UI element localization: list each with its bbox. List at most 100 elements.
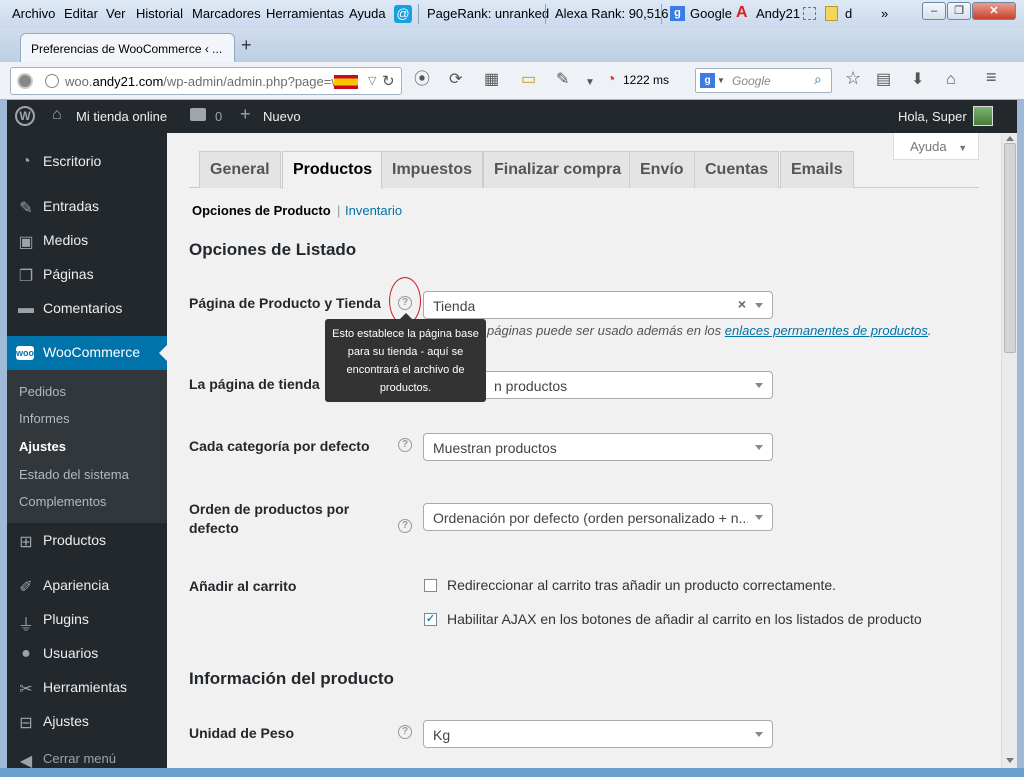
andy21-logo-icon: A	[736, 4, 748, 21]
rank-meter-icon[interactable]: ▭	[521, 71, 536, 89]
sidebar-item-apariencia[interactable]: ✐ Apariencia	[7, 569, 167, 603]
collapse-menu-button[interactable]: ◀ Cerrar menú	[7, 743, 167, 777]
sidebar-item-medios[interactable]: ▣ Medios	[7, 224, 167, 258]
sidebar-item-comentarios[interactable]: ▬ Comentarios	[7, 292, 167, 326]
help-button[interactable]: Ayuda ▼	[893, 133, 979, 160]
sidebar-item-usuarios[interactable]: ● Usuarios	[7, 637, 167, 671]
current-menu-arrow	[159, 345, 167, 361]
tab-productos[interactable]: Productos	[282, 151, 384, 189]
comment-bubble-icon[interactable]	[190, 108, 206, 121]
sidebar-item-paginas[interactable]: ❐ Páginas	[7, 258, 167, 292]
load-time-text: 1222 ms	[623, 73, 670, 87]
tab-finalizar-compra[interactable]: Finalizar compra	[483, 151, 633, 188]
search-box[interactable]: g ▼ Google ⌕	[695, 68, 832, 93]
new-content-link[interactable]: Nuevo	[263, 109, 301, 124]
help-tip-icon[interactable]: ?	[398, 438, 412, 452]
redirect-to-cart-label[interactable]: Redireccionar al carrito tras añadir un …	[447, 577, 836, 593]
submenu-item-ajustes[interactable]: Ajustes	[19, 439, 66, 454]
menu-historial[interactable]: Historial	[136, 6, 183, 21]
sync-icon[interactable]: ⟳	[449, 71, 462, 89]
download-icon[interactable]: ⬇	[911, 71, 924, 89]
default-sort-select[interactable]: Ordenación por defecto (orden personaliz…	[423, 503, 773, 531]
dropdown-icon[interactable]: ▼	[585, 74, 595, 92]
menu-ver[interactable]: Ver	[106, 6, 126, 21]
help-tip-icon[interactable]: ?	[398, 725, 412, 739]
submenu-item-informes[interactable]: Informes	[19, 411, 70, 426]
bookmarks-list-icon[interactable]: ▤	[876, 71, 891, 89]
bookmark-google[interactable]: Google	[690, 6, 732, 21]
greeting-text[interactable]: Hola, Super	[898, 109, 967, 124]
minimize-button[interactable]: –	[922, 2, 946, 20]
google-icon: g	[670, 6, 685, 21]
subnav-inventario-link[interactable]: Inventario	[345, 203, 402, 218]
menu-marcadores[interactable]: Marcadores	[192, 6, 261, 21]
shop-page-select[interactable]: Tienda ×	[423, 291, 773, 319]
comments-count[interactable]: 0	[215, 109, 222, 124]
note-icon	[825, 6, 838, 21]
more-bookmarks-chevron[interactable]: »	[881, 6, 888, 21]
tab-impuestos[interactable]: Impuestos	[381, 151, 484, 188]
plus-icon[interactable]: +	[240, 104, 251, 125]
sidebar-item-herramientas[interactable]: ✂ Herramientas	[7, 671, 167, 705]
settings-content: Ayuda ▼ General Productos Impuestos Fina…	[167, 133, 1001, 768]
user-icon: ●	[21, 645, 31, 662]
sidebar-item-escritorio[interactable]: ◔ Escritorio	[7, 145, 167, 179]
tab-general[interactable]: General	[199, 151, 281, 188]
help-tip-icon[interactable]: ?	[398, 519, 412, 533]
site-name-link[interactable]: Mi tienda online	[76, 109, 167, 124]
clear-selection-icon[interactable]: ×	[738, 296, 746, 312]
ajax-add-to-cart-checkbox[interactable]: ✓	[424, 613, 437, 626]
close-window-button[interactable]: ✕	[972, 2, 1016, 20]
spain-flag-icon	[334, 75, 358, 89]
redirect-to-cart-checkbox[interactable]	[424, 579, 437, 592]
scroll-down-arrow-icon[interactable]	[1006, 758, 1014, 763]
submenu-item-estado-del-sistema[interactable]: Estado del sistema	[19, 467, 129, 482]
wordpress-logo-icon[interactable]: W	[15, 106, 35, 126]
reload-icon[interactable]: ↻	[382, 72, 395, 90]
sidebar-item-plugins[interactable]: ⏚ Plugins	[7, 603, 167, 637]
menu-archivo[interactable]: Archivo	[12, 6, 55, 21]
menu-editar[interactable]: Editar	[64, 6, 98, 21]
hamburger-menu-icon[interactable]: ≡	[986, 68, 997, 86]
url-text[interactable]: woo.andy21.com/wp-admin/admin.php?page=w	[65, 74, 337, 89]
home-icon[interactable]: ⌂	[946, 71, 956, 89]
new-tab-button[interactable]: +	[241, 35, 252, 56]
bookmark-andy21[interactable]: Andy21	[756, 6, 800, 21]
row-label-shop-display: La página de tienda	[189, 376, 320, 392]
sidebar-item-woocommerce[interactable]: woo WooCommerce	[7, 336, 167, 370]
at-icon[interactable]: @	[394, 5, 412, 23]
sidebar-item-entradas[interactable]: ✎ Entradas	[7, 190, 167, 224]
rss-icon[interactable]: ⦿	[414, 71, 430, 89]
tab-emails[interactable]: Emails	[780, 151, 854, 188]
selection-icon[interactable]	[803, 7, 816, 20]
bookmark-d[interactable]: d	[845, 6, 852, 21]
vertical-scrollbar[interactable]	[1001, 133, 1017, 768]
category-display-select[interactable]: Muestran productos	[423, 433, 773, 461]
browser-tab[interactable]: Preferencias de WooCommerce ‹ ...	[20, 33, 235, 62]
weight-unit-select[interactable]: Kg	[423, 720, 773, 748]
sidebar-item-productos[interactable]: ⊞ Productos	[7, 524, 167, 558]
maximize-button[interactable]: ❐	[947, 2, 971, 20]
grid-icon[interactable]: ▦	[484, 71, 499, 89]
tab-cuentas[interactable]: Cuentas	[694, 151, 780, 188]
google-search-icon[interactable]: g	[700, 73, 715, 88]
avatar[interactable]	[973, 106, 993, 126]
menu-ayuda[interactable]: Ayuda	[349, 6, 386, 21]
menu-herramientas[interactable]: Herramientas	[266, 6, 344, 21]
back-arrow-icon[interactable]	[17, 73, 33, 89]
sidebar-item-ajustes[interactable]: ⊟ Ajustes	[7, 705, 167, 739]
url-bar[interactable]: woo.andy21.com/wp-admin/admin.php?page=w…	[10, 67, 402, 95]
submenu-item-complementos[interactable]: Complementos	[19, 494, 106, 509]
search-icon[interactable]: ⌕	[814, 71, 822, 88]
submenu-item-pedidos[interactable]: Pedidos	[19, 384, 66, 399]
star-icon[interactable]: ☆	[845, 69, 861, 87]
eyedropper-icon[interactable]: ✎	[556, 71, 569, 89]
scrollbar-thumb[interactable]	[1004, 143, 1016, 353]
permalinks-link[interactable]: enlaces permanentes de productos	[725, 323, 928, 338]
chevron-down-icon	[755, 445, 763, 450]
scroll-up-arrow-icon[interactable]	[1006, 136, 1014, 141]
tab-envio[interactable]: Envío	[629, 151, 695, 188]
dropdown-arrow-icon[interactable]: ▽	[368, 74, 376, 87]
ajax-add-to-cart-label[interactable]: Habilitar AJAX en los botones de añadir …	[447, 611, 922, 627]
engine-dropdown-icon[interactable]: ▼	[717, 76, 725, 85]
